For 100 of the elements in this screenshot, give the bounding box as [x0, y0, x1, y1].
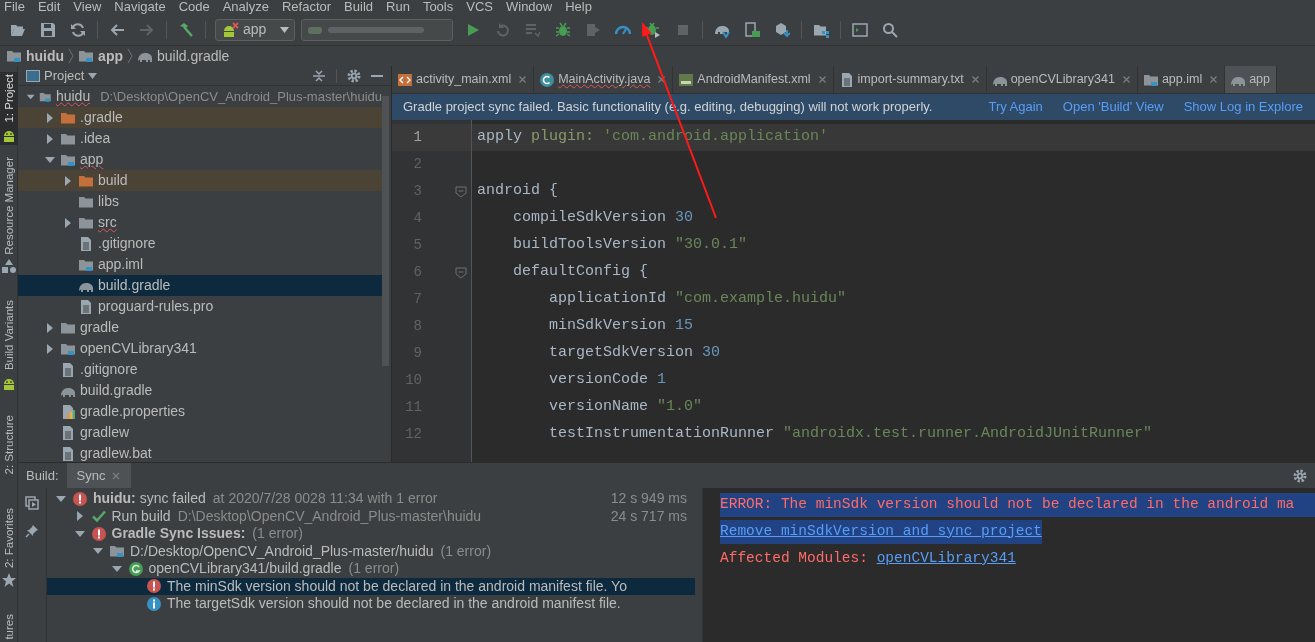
- close-icon[interactable]: [1121, 75, 1131, 84]
- menu-item[interactable]: Navigate: [114, 0, 166, 14]
- menu-item[interactable]: Tools: [422, 0, 454, 14]
- tree-item[interactable]: build.gradle: [18, 275, 382, 296]
- menu-item[interactable]: Help: [565, 0, 592, 14]
- close-icon[interactable]: [1209, 75, 1219, 84]
- error-icon: [72, 490, 88, 507]
- file-icon: [60, 361, 76, 378]
- breadcrumb-item[interactable]: app: [78, 45, 123, 67]
- code-line: defaultConfig {: [512, 262, 649, 283]
- tree-item[interactable]: huidu: sync failed at 2020/7/28 0028 11:34 with 1 error 12 s 949 ms: [47, 490, 695, 508]
- module-folder-icon: [109, 543, 125, 560]
- package-download-icon[interactable]: [774, 21, 791, 38]
- close-icon[interactable]: [970, 75, 980, 84]
- editor-tab[interactable]: import-summary.txt: [833, 66, 987, 93]
- menu-item[interactable]: Edit: [37, 0, 61, 14]
- properties-file-icon: [60, 403, 76, 420]
- close-icon[interactable]: [817, 75, 827, 84]
- tree-item[interactable]: The minSdk version should not be declared in the android manifest file. Yo: [47, 577, 695, 595]
- tree-item[interactable]: build: [18, 170, 382, 191]
- breadcrumb-item[interactable]: huidu: [6, 45, 65, 67]
- editor-tab[interactable]: MainActivity.java: [534, 66, 674, 93]
- close-icon[interactable]: [518, 75, 528, 84]
- chevron-icon: [127, 48, 133, 64]
- tree-item[interactable]: The targetSdk version should not be declared in the android manifest file.: [47, 595, 695, 613]
- tree-item[interactable]: gradle.properties: [18, 401, 382, 422]
- menu-item[interactable]: Refactor: [281, 0, 332, 14]
- tree-item[interactable]: openCVLibrary341: [18, 338, 382, 359]
- tool-window-tab[interactable]: Resource Manager: [0, 154, 18, 277]
- quick-fix-link[interactable]: Remove minSdkVersion and sync project: [720, 520, 1042, 543]
- hammer-icon[interactable]: [178, 21, 194, 38]
- sync-icon[interactable]: [70, 21, 86, 38]
- tool-window-tab[interactable]: 2: Favorites: [0, 505, 18, 591]
- menu-item[interactable]: Code: [178, 0, 210, 14]
- fold-marker-icon[interactable]: [455, 185, 467, 198]
- menu-item[interactable]: View: [73, 0, 102, 14]
- panel-title: Project: [44, 66, 85, 85]
- run-configuration-dropdown[interactable]: app: [215, 18, 296, 41]
- settings-icon[interactable]: [347, 68, 361, 83]
- menu-item[interactable]: Run: [386, 0, 410, 14]
- file-icon: [60, 424, 76, 441]
- close-icon[interactable]: [657, 75, 667, 84]
- back-arrow-icon[interactable]: [109, 21, 125, 38]
- search-icon[interactable]: [882, 21, 899, 38]
- tree-item[interactable]: src: [18, 212, 382, 233]
- collapse-all-icon[interactable]: [312, 68, 326, 83]
- notification-link[interactable]: Try Again: [988, 97, 1043, 117]
- breadcrumb-item[interactable]: build.gradle: [137, 45, 230, 67]
- device-download-icon[interactable]: [744, 21, 761, 38]
- notification-link[interactable]: Open 'Build' View: [1062, 97, 1164, 117]
- tree-item[interactable]: gradlew: [18, 422, 382, 443]
- tree-item-detail: (1 error): [252, 524, 303, 544]
- scrollbar[interactable]: [382, 96, 389, 366]
- editor-tab[interactable]: app: [1225, 66, 1278, 93]
- fold-marker-icon[interactable]: [455, 266, 467, 279]
- project-view-selector[interactable]: Project: [18, 65, 98, 86]
- menu-item[interactable]: File: [4, 0, 25, 14]
- module-link[interactable]: openCVLibrary341: [876, 547, 1016, 570]
- editor-tab[interactable]: AndroidManifest.xml: [673, 66, 834, 93]
- panel-tab[interactable]: Sync: [66, 463, 132, 488]
- tool-window-tab[interactable]: 1: Project: [0, 72, 18, 145]
- code-line: compileSdkVersion 30: [512, 208, 694, 229]
- notification-link[interactable]: Show Log in Explore: [1183, 97, 1303, 117]
- tree-item[interactable]: .gradle: [18, 107, 382, 128]
- tree-item[interactable]: app: [18, 149, 382, 170]
- tool-window-tab[interactable]: tures: [0, 612, 18, 642]
- editor-tab[interactable]: activity_main.xml: [392, 66, 535, 93]
- menu-item[interactable]: Window: [505, 0, 553, 14]
- tree-item[interactable]: libs: [18, 191, 382, 212]
- tree-item[interactable]: app.iml: [18, 254, 382, 275]
- menu-item[interactable]: Build: [344, 0, 373, 14]
- tree-item[interactable]: .gitignore: [18, 359, 382, 380]
- tool-window-tab[interactable]: Build Variants: [0, 298, 18, 393]
- tree-item[interactable]: D:/Desktop/OpenCV_Android_Plus-master/huidu (1 error): [47, 542, 695, 560]
- editor-tab[interactable]: openCVLibrary341: [986, 66, 1138, 93]
- tree-item[interactable]: huidu D:\Desktop\OpenCV_Android_Plus-master\huidu: [18, 86, 382, 107]
- settings-icon[interactable]: [1293, 468, 1307, 483]
- tree-item-title: D:/Desktop/OpenCV_Android_Plus-master/huidu: [130, 541, 434, 561]
- tree-item[interactable]: .idea: [18, 128, 382, 149]
- tree-item[interactable]: build.gradle: [18, 380, 382, 401]
- tool-window-tab[interactable]: 2: Structure: [0, 412, 18, 476]
- tree-item[interactable]: proguard-rules.pro: [18, 296, 382, 317]
- pin-icon[interactable]: [25, 524, 39, 538]
- class-icon: [539, 71, 556, 88]
- code-line: versionCode 1: [548, 370, 667, 391]
- tree-item[interactable]: Run build D:\Desktop\OpenCV_Android_Plus-master\huidu 24 s 717 ms: [47, 507, 695, 525]
- tree-item[interactable]: gradlew.bat: [18, 443, 382, 462]
- file-icon: [78, 298, 94, 315]
- bug-icon[interactable]: [555, 21, 572, 38]
- tree-item[interactable]: openCVLibrary341/build.gradle (1 error): [47, 560, 695, 578]
- tree-item[interactable]: .gitignore: [18, 233, 382, 254]
- restart-icon[interactable]: [25, 496, 39, 510]
- tree-item[interactable]: gradle: [18, 317, 382, 338]
- terminal-window-icon[interactable]: [852, 21, 869, 38]
- tree-item-title: Run build: [111, 506, 171, 526]
- info-icon: [146, 595, 162, 612]
- save-icon[interactable]: [40, 21, 56, 38]
- tree-item[interactable]: Gradle Sync Issues: (1 error): [47, 525, 695, 543]
- menu-item[interactable]: VCS: [466, 0, 493, 14]
- menu-item[interactable]: Analyze: [222, 0, 269, 14]
